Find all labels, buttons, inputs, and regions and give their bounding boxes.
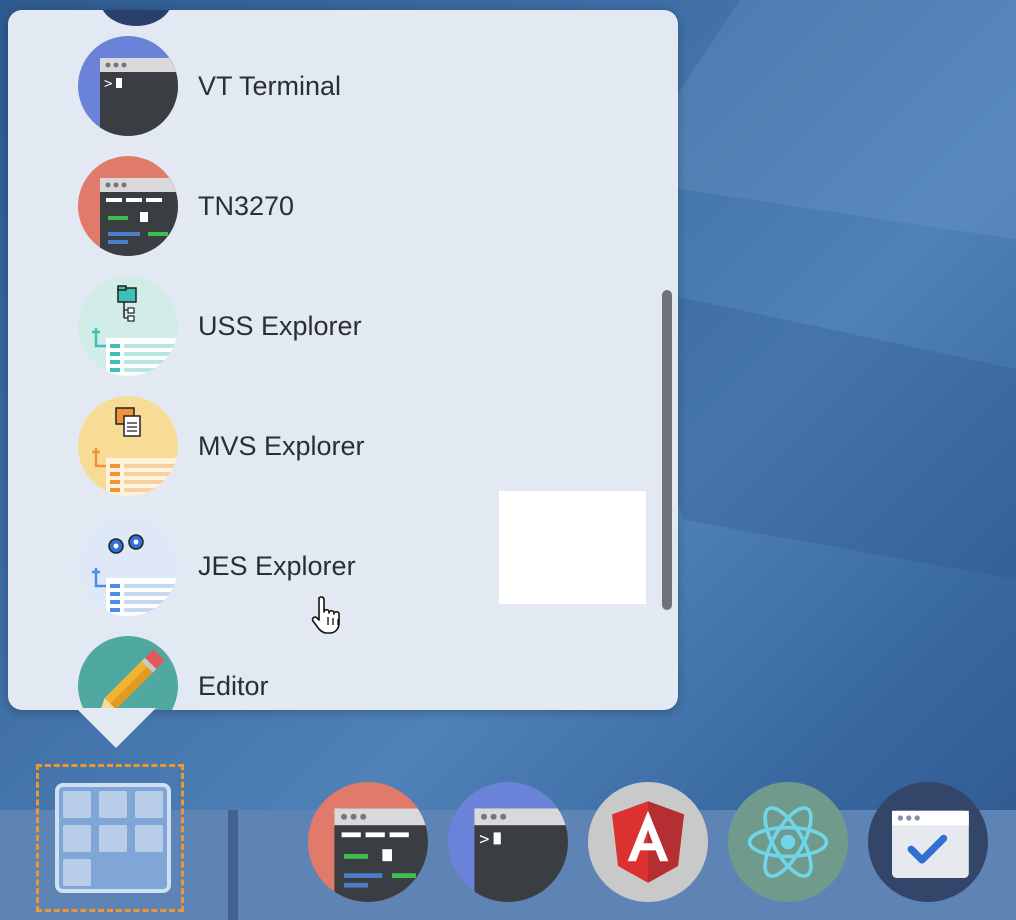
launcher-item-tn3270[interactable]: TN3270 [78,156,638,256]
taskbar: > [0,764,1016,920]
jes-explorer-icon [78,516,178,616]
vt-terminal-icon: > [78,36,178,136]
svg-text:>: > [479,828,489,848]
launcher-item-vt-terminal[interactable]: > VT Terminal [78,36,638,136]
blank-panel [499,491,646,604]
mvs-explorer-icon [78,396,178,496]
app-launcher-popup: > VT Terminal TN3270 USS Explorer MVS Ex… [8,10,678,710]
launcher-scrollbar[interactable] [662,290,672,610]
window-check-icon [868,782,988,902]
taskbar-app-react[interactable] [728,782,848,902]
launcher-item-uss-explorer[interactable]: USS Explorer [78,276,638,376]
taskbar-app-window-check[interactable] [868,782,988,902]
tn3270-icon [78,156,178,256]
app-grid-icon [55,783,171,893]
launcher-item-label: USS Explorer [198,310,362,341]
editor-icon [78,636,178,710]
svg-text:>: > [104,76,112,92]
hand-cursor-icon [311,596,340,634]
app-launcher-button[interactable] [36,764,184,912]
tn3270-icon [308,782,428,902]
launcher-item-editor[interactable]: Editor [78,636,638,710]
launcher-item-label: Editor [198,670,269,701]
launcher-item-mvs-explorer[interactable]: MVS Explorer [78,396,638,496]
angular-icon [588,782,708,902]
uss-explorer-icon [78,276,178,376]
launcher-item-label: JES Explorer [198,550,356,581]
taskbar-app-tn3270[interactable] [308,782,428,902]
taskbar-app-angular[interactable] [588,782,708,902]
partial-app-icon [100,10,172,26]
taskbar-app-vt-terminal[interactable]: > [448,782,568,902]
launcher-item-label: TN3270 [198,190,295,221]
launcher-item-label: MVS Explorer [198,430,365,461]
launcher-popup-pointer [76,708,156,748]
vt-terminal-icon: > [448,782,568,902]
launcher-item-label: VT Terminal [198,70,342,101]
react-icon [728,782,848,902]
taskbar-divider [228,810,238,920]
